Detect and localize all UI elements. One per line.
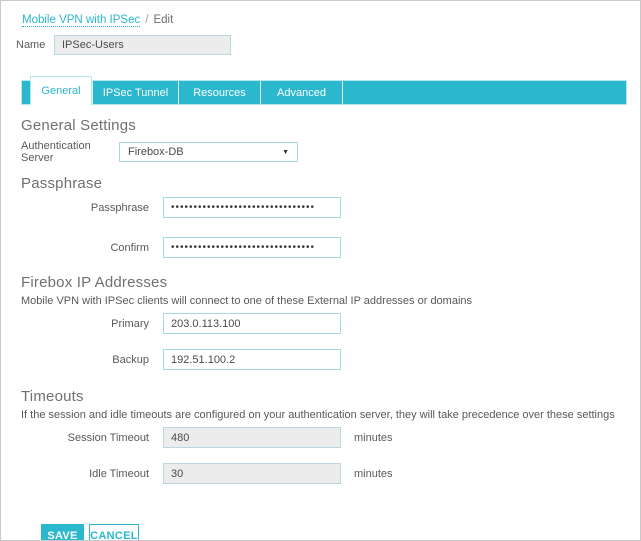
authentication-server-label: Authentication Server	[21, 140, 119, 164]
timeouts-description: If the session and idle timeouts are con…	[21, 409, 640, 421]
tab-ipsec-tunnel[interactable]: IPSec Tunnel	[92, 81, 178, 104]
cancel-button[interactable]: CANCEL	[89, 524, 139, 541]
dropdown-arrow-icon: ▼	[282, 149, 289, 156]
tab-bar: IPSec Tunnel Resources Advanced General	[21, 76, 627, 105]
confirm-passphrase-input[interactable]	[163, 237, 341, 258]
backup-label: Backup	[21, 354, 149, 366]
name-row: Name	[16, 35, 640, 55]
passphrase-row: Passphrase	[21, 197, 640, 218]
tab-bar-background: IPSec Tunnel Resources Advanced	[21, 80, 627, 105]
tab-bar-filler	[342, 81, 626, 104]
backup-ip-input[interactable]	[163, 349, 341, 370]
tab-advanced[interactable]: Advanced	[260, 81, 342, 104]
name-label: Name	[16, 39, 54, 51]
action-buttons: SAVE CANCEL	[41, 524, 640, 541]
authentication-server-select[interactable]: Firebox-DB ▼	[119, 142, 298, 162]
primary-ip-input[interactable]	[163, 313, 341, 334]
backup-ip-row: Backup	[21, 349, 640, 370]
primary-label: Primary	[21, 318, 149, 330]
passphrase-input[interactable]	[163, 197, 341, 218]
idle-timeout-input[interactable]	[163, 463, 341, 484]
breadcrumb-link-mobile-vpn[interactable]: Mobile VPN with IPSec	[22, 14, 140, 27]
session-timeout-input[interactable]	[163, 427, 341, 448]
passphrase-label: Passphrase	[21, 202, 149, 214]
passphrase-heading: Passphrase	[21, 175, 640, 192]
tab-general[interactable]: General	[30, 76, 92, 105]
idle-timeout-label: Idle Timeout	[21, 468, 149, 480]
confirm-label: Confirm	[21, 242, 149, 254]
breadcrumb-current-edit: Edit	[153, 14, 173, 26]
timeouts-heading: Timeouts	[21, 388, 640, 405]
idle-timeout-row: Idle Timeout minutes	[21, 463, 640, 484]
authentication-server-selected-value: Firebox-DB	[128, 146, 184, 158]
primary-ip-row: Primary	[21, 313, 640, 334]
tab-resources[interactable]: Resources	[178, 81, 260, 104]
firebox-ip-description: Mobile VPN with IPSec clients will conne…	[21, 295, 640, 307]
save-button[interactable]: SAVE	[41, 524, 84, 541]
general-settings-heading: General Settings	[21, 117, 640, 134]
confirm-passphrase-row: Confirm	[21, 237, 640, 258]
session-timeout-label: Session Timeout	[21, 432, 149, 444]
tab-content-general: General Settings Authentication Server F…	[1, 117, 640, 541]
tab-bar-left-stub	[22, 81, 30, 104]
mobile-vpn-edit-page: Mobile VPN with IPSec / Edit Name IPSec Tu…	[0, 0, 641, 541]
breadcrumb: Mobile VPN with IPSec / Edit	[1, 1, 640, 26]
idle-timeout-units: minutes	[354, 468, 393, 480]
firebox-ip-addresses-heading: Firebox IP Addresses	[21, 274, 640, 291]
session-timeout-row: Session Timeout minutes	[21, 427, 640, 448]
authentication-server-row: Authentication Server Firebox-DB ▼	[21, 140, 640, 164]
session-timeout-units: minutes	[354, 432, 393, 444]
name-input[interactable]	[54, 35, 231, 55]
breadcrumb-separator: /	[145, 14, 148, 26]
